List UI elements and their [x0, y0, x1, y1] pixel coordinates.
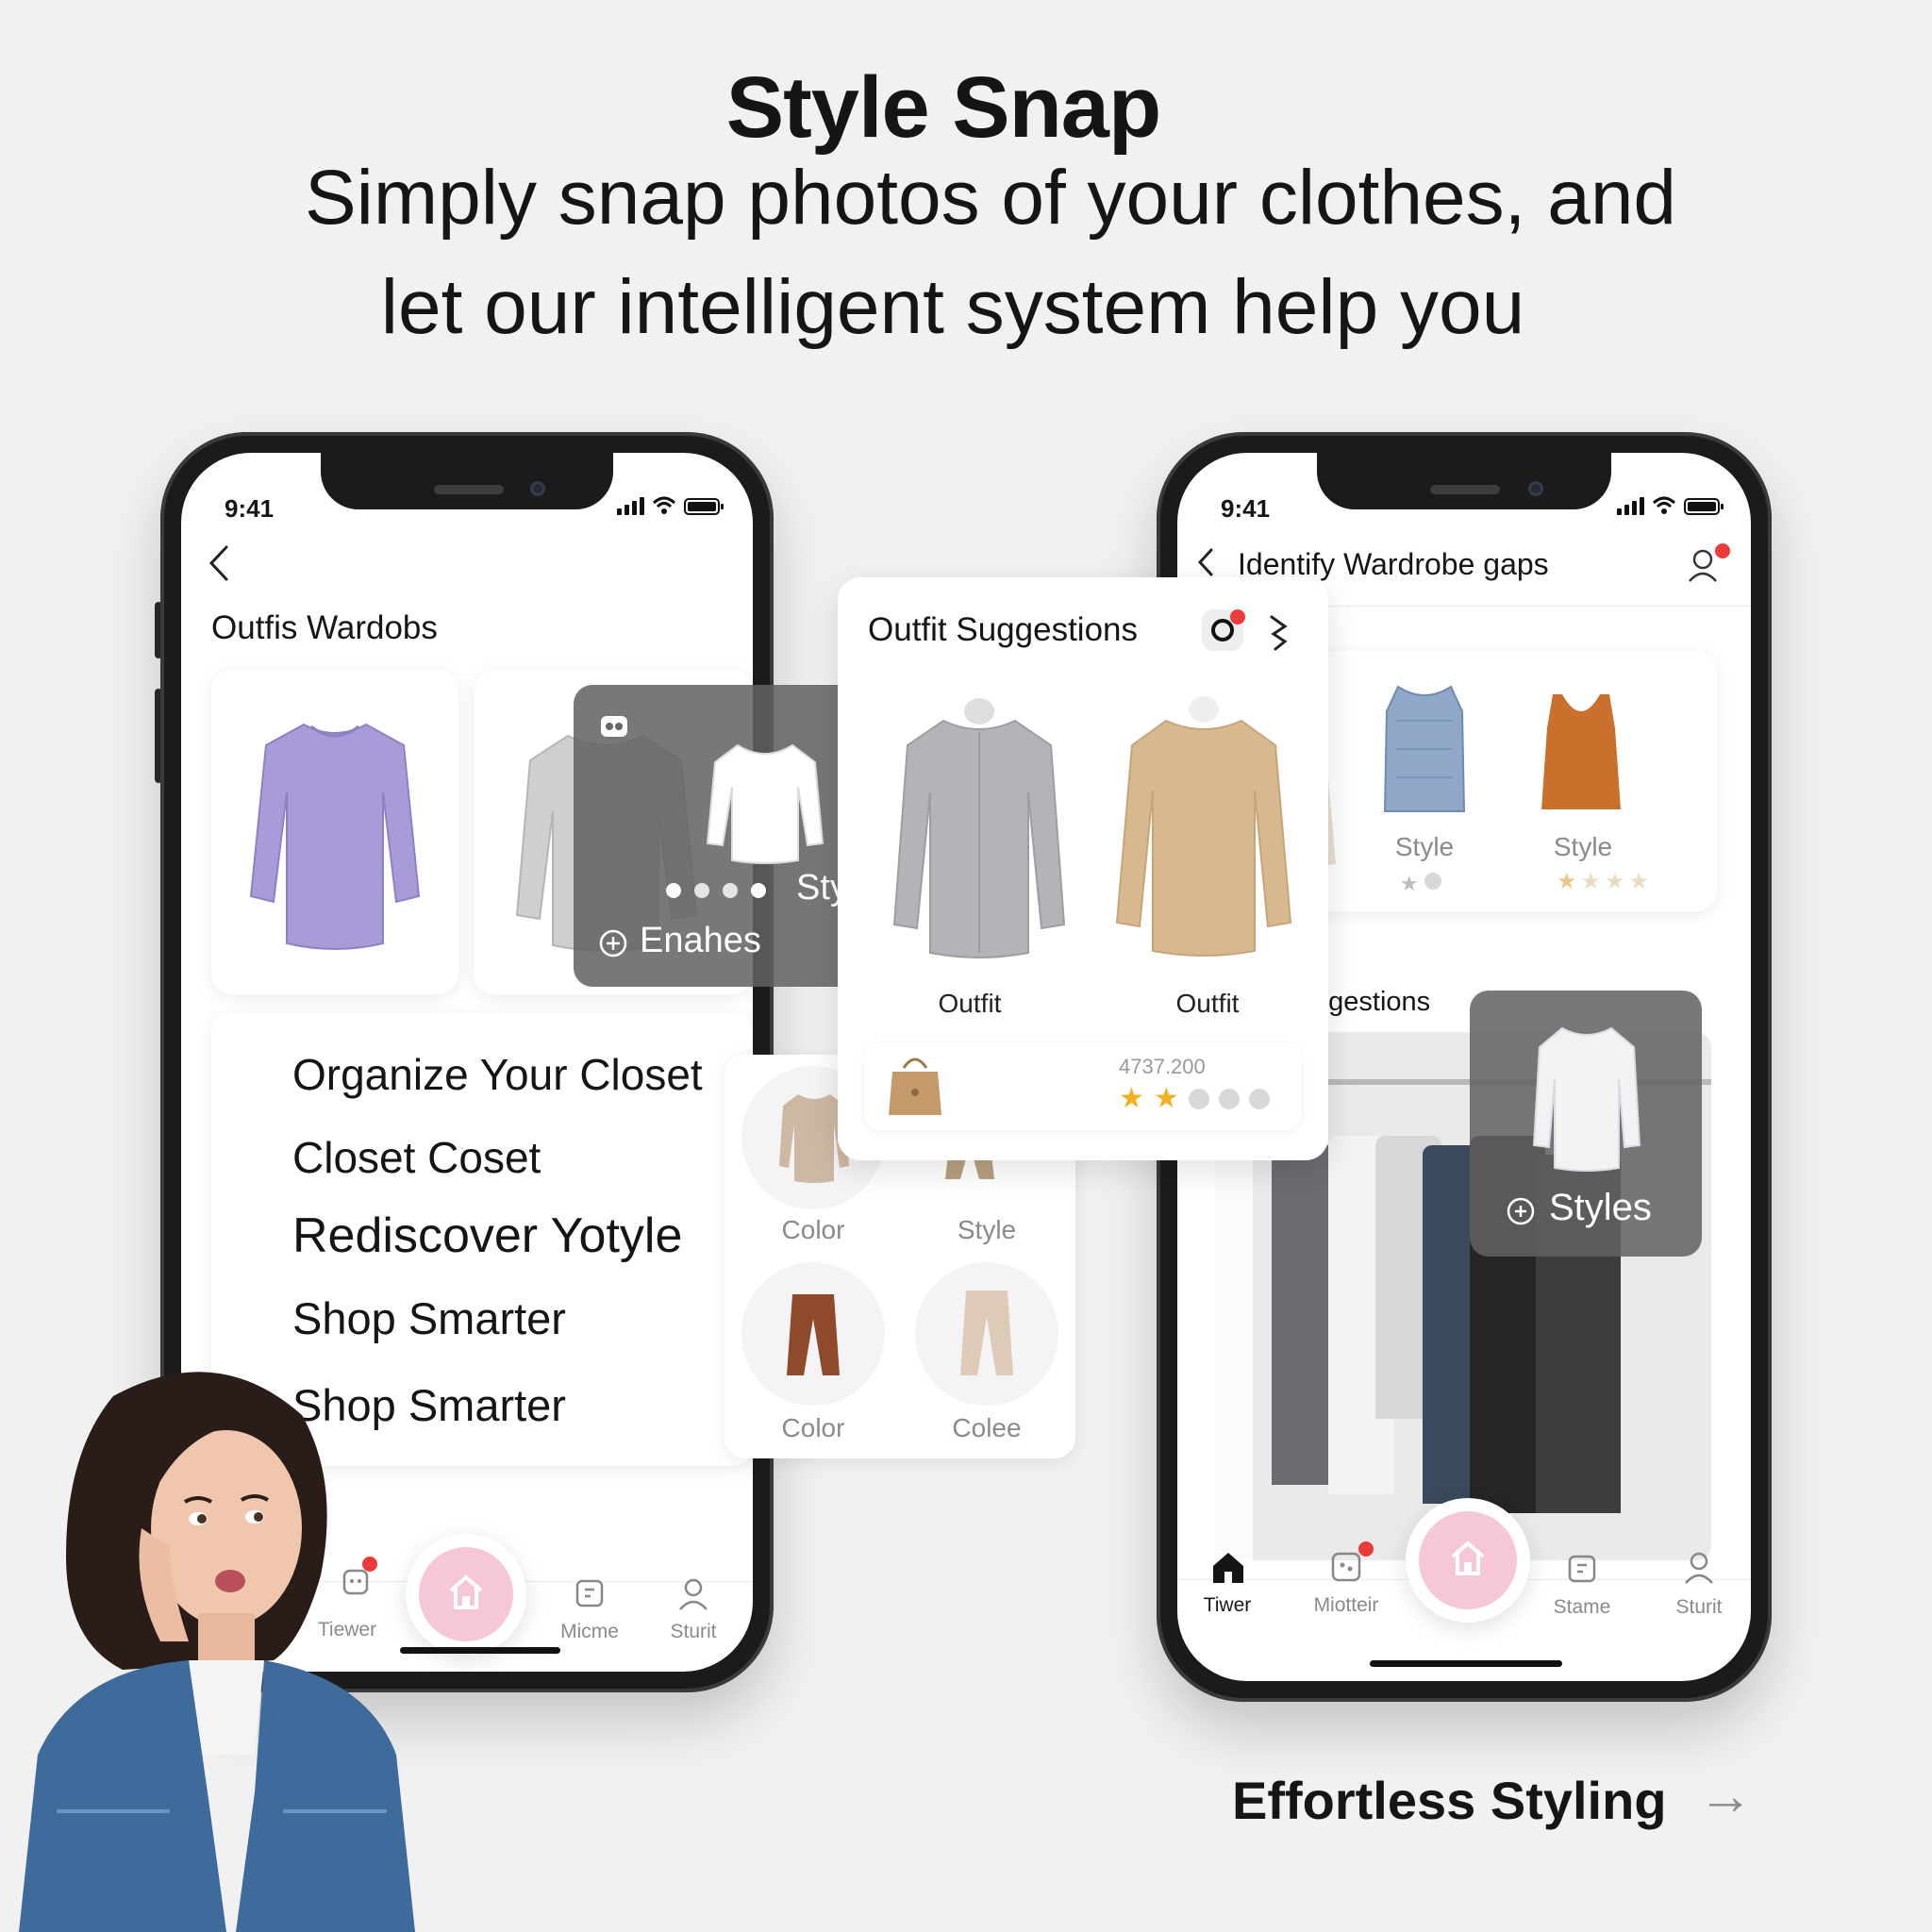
menu-item-rediscover[interactable]: Rediscover Yotyle	[292, 1208, 682, 1264]
handbag-image	[889, 1058, 941, 1115]
home-button[interactable]	[1406, 1498, 1530, 1623]
brown-pants-image	[787, 1294, 840, 1375]
enhance-icon	[599, 929, 627, 958]
denim-vest-image	[1383, 685, 1466, 812]
star-empty	[1218, 1089, 1240, 1109]
back-chevron-icon[interactable]	[206, 541, 234, 585]
tagline-line-1: Simply snap photos of your clothes, and	[304, 155, 1677, 241]
outfit-label-2: Outfit	[1175, 989, 1240, 1018]
status-icons	[1617, 496, 1724, 515]
status-time: 9:41	[1221, 494, 1271, 523]
camera-snap-icon	[601, 716, 627, 737]
speaker	[1430, 485, 1500, 494]
style-item-denim-vest[interactable]	[1377, 683, 1472, 820]
outfit-item-grey-shirt[interactable]	[885, 698, 1074, 967]
white-shirt-image	[1532, 1026, 1641, 1172]
style-label-2: Style	[1553, 832, 1613, 861]
notification-dot	[1358, 1541, 1374, 1557]
beige-sweater-image	[1115, 696, 1292, 957]
swatch-label-2: Style	[957, 1215, 1017, 1244]
rust-tank-image	[1541, 694, 1621, 809]
nav-label-tiwer: Tiwer	[1203, 1594, 1252, 1616]
home-indicator	[1370, 1660, 1562, 1667]
camera-grid-icon	[1331, 1552, 1361, 1582]
tagline-line-2: let our intelligent system help you	[380, 264, 1525, 350]
phone-notch	[321, 453, 613, 509]
wardrobe-icon	[1568, 1555, 1596, 1583]
person-icon	[1685, 1552, 1713, 1584]
overlay-enhance-label: Enahes	[640, 921, 761, 960]
wifi-icon	[652, 496, 676, 514]
back-chevron-icon[interactable]	[1194, 545, 1219, 579]
wardrobe-icon	[575, 1579, 604, 1607]
home-icon	[449, 1575, 483, 1609]
style-item-rust-tank[interactable]	[1536, 691, 1626, 818]
front-camera	[1528, 481, 1543, 496]
nav-label-sturit-right: Sturit	[1675, 1596, 1723, 1618]
person-icon	[679, 1578, 708, 1610]
style-items-card: Style Style ★ ★ ★ ★ ★	[1291, 651, 1717, 911]
woman-photo	[19, 1372, 415, 1932]
home-filled-icon	[1213, 1553, 1243, 1583]
swatch-label-4: Colee	[952, 1413, 1022, 1442]
signal-icon	[1617, 497, 1644, 515]
star-filled: ★	[1119, 1083, 1144, 1114]
menu-item-organize-closet[interactable]: Organize Your Closet	[292, 1049, 703, 1100]
nav-label-sturit: Sturit	[670, 1621, 717, 1642]
home-icon	[1451, 1541, 1485, 1575]
swatch-tile-3[interactable]	[741, 1262, 885, 1406]
footer-label: Effortless Styling	[1232, 1771, 1667, 1830]
style-label-1: Style	[1394, 832, 1455, 861]
outfit-suggestions-card: Outfit Suggestions Outfit Outfit 4737.20…	[838, 577, 1328, 1160]
grey-shirt-image	[892, 698, 1066, 958]
wardrobe-item-lavender-top[interactable]	[211, 670, 458, 994]
swatch-tile-4[interactable]	[915, 1262, 1058, 1406]
styles-overlay-label: Styles	[1549, 1187, 1652, 1228]
wifi-icon	[1652, 496, 1676, 514]
cream-pants-image	[960, 1291, 1013, 1375]
style-rating-1: ★	[1400, 870, 1441, 898]
nav-label-micme: Micme	[560, 1621, 619, 1642]
nav-label-miotteir: Miotteir	[1313, 1594, 1379, 1616]
battery-icon	[1684, 498, 1724, 515]
rating-stars: ★ ★	[1119, 1085, 1270, 1113]
style-rating-2: ★ ★ ★ ★	[1557, 869, 1650, 894]
status-icons	[617, 496, 724, 515]
swatch-label-3: Color	[781, 1413, 845, 1442]
outfit-item-beige-sweater[interactable]	[1109, 696, 1298, 965]
suggestions-title: Outfit Suggestions	[868, 611, 1138, 648]
suggestions-heading: ggestions	[1313, 987, 1431, 1017]
lavender-longsleeve-image	[249, 723, 421, 950]
swatch-label-1: Color	[781, 1215, 845, 1244]
star-empty	[1188, 1089, 1209, 1109]
front-camera	[530, 481, 545, 496]
star-empty	[1248, 1089, 1270, 1109]
speaker	[434, 485, 504, 494]
section-title: Outfis Wardobs	[211, 609, 438, 646]
status-time: 9:41	[225, 494, 275, 523]
phone-notch	[1317, 453, 1611, 509]
menu-item-closet-coset[interactable]: Closet Coset	[292, 1132, 541, 1183]
styles-icon	[1507, 1197, 1535, 1225]
rating-number: 4737.200	[1119, 1055, 1206, 1078]
signal-icon	[617, 497, 644, 515]
outfit-label-1: Outfit	[938, 989, 1002, 1018]
star-filled: ★	[1153, 1083, 1179, 1114]
share-icon[interactable]	[1266, 613, 1291, 651]
menu-item-shop-smarter-1[interactable]: Shop Smarter	[292, 1292, 566, 1344]
white-top-image	[706, 743, 824, 864]
carousel-dots	[666, 883, 766, 898]
notification-dot	[1230, 609, 1245, 625]
arrow-right-icon[interactable]: →	[1698, 1764, 1753, 1827]
styles-overlay[interactable]: Styles	[1470, 991, 1702, 1257]
rating-row[interactable]: 4737.200 ★ ★	[864, 1043, 1302, 1130]
nav-label-stame: Stame	[1553, 1596, 1611, 1618]
battery-icon	[684, 498, 724, 515]
notification-dot	[1715, 543, 1730, 558]
